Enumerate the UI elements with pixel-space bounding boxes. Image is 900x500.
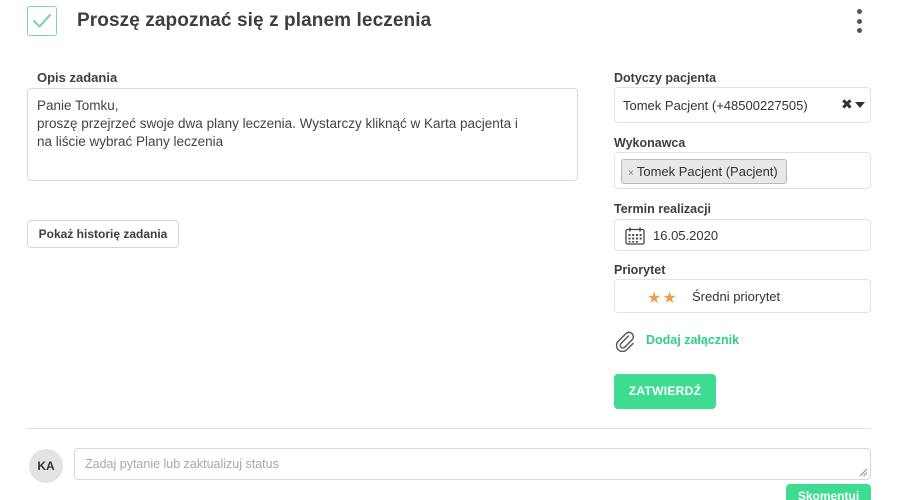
resize-grip-icon[interactable]: [859, 468, 868, 477]
complete-task-checkbox[interactable]: [27, 6, 57, 36]
description-label: Opis zadania: [37, 70, 118, 85]
patient-label: Dotyczy pacjenta: [614, 71, 717, 85]
due-date-picker[interactable]: 16.05.2020: [614, 219, 871, 251]
clear-icon[interactable]: ✖: [841, 96, 853, 113]
executor-tag: × Tomek Pacjent (Pacjent): [621, 159, 787, 184]
chevron-down-icon[interactable]: [855, 102, 865, 108]
priority-select[interactable]: ★★ Średni priorytet: [614, 279, 871, 313]
star-icon: ★: [662, 290, 678, 307]
check-icon: [32, 13, 52, 28]
comment-input[interactable]: Zadaj pytanie lub zaktualizuj status: [74, 448, 871, 480]
calendar-icon: [625, 227, 645, 245]
show-history-button[interactable]: Pokaż historię zadania: [27, 220, 179, 248]
kebab-menu-icon[interactable]: [851, 9, 867, 39]
due-date-value: 16.05.2020: [653, 228, 719, 243]
description-line: proszę przejrzeć swoje dwa plany leczeni…: [37, 116, 518, 131]
page-title: Proszę zapoznać się z planem leczenia: [77, 10, 432, 31]
confirm-button[interactable]: ZATWIERDŹ: [614, 374, 716, 409]
patient-select[interactable]: Tomek Pacjent (+48500227505) ✖: [614, 87, 871, 123]
description-line: na liście wybrać Plany leczenia: [37, 134, 224, 149]
paperclip-icon: [615, 331, 635, 352]
remove-tag-icon[interactable]: ×: [628, 168, 634, 179]
executor-select[interactable]: × Tomek Pacjent (Pacjent): [614, 152, 871, 189]
priority-label: Priorytet: [614, 263, 666, 277]
due-date-label: Termin realizacji: [614, 202, 712, 216]
comment-placeholder: Zadaj pytanie lub zaktualizuj status: [85, 457, 279, 471]
executor-label: Wykonawca: [614, 136, 686, 150]
star-icon: ★: [647, 290, 663, 307]
task-header: Proszę zapoznać się z planem leczenia: [0, 0, 900, 48]
add-attachment-label: Dodaj załącznik: [646, 333, 740, 347]
description-line: Panie Tomku,: [37, 98, 119, 113]
patient-value: Tomek Pacjent (+48500227505): [623, 98, 808, 113]
divider: [27, 428, 871, 429]
description-field[interactable]: Panie Tomku, proszę przejrzeć swoje dwa …: [27, 88, 578, 181]
executor-tag-label: Tomek Pacjent (Pacjent): [636, 164, 778, 179]
priority-stars: ★★: [647, 288, 678, 308]
submit-comment-button[interactable]: Skomentuj: [786, 484, 871, 500]
avatar: KA: [29, 449, 63, 483]
priority-value: Średni priorytet: [692, 289, 781, 304]
